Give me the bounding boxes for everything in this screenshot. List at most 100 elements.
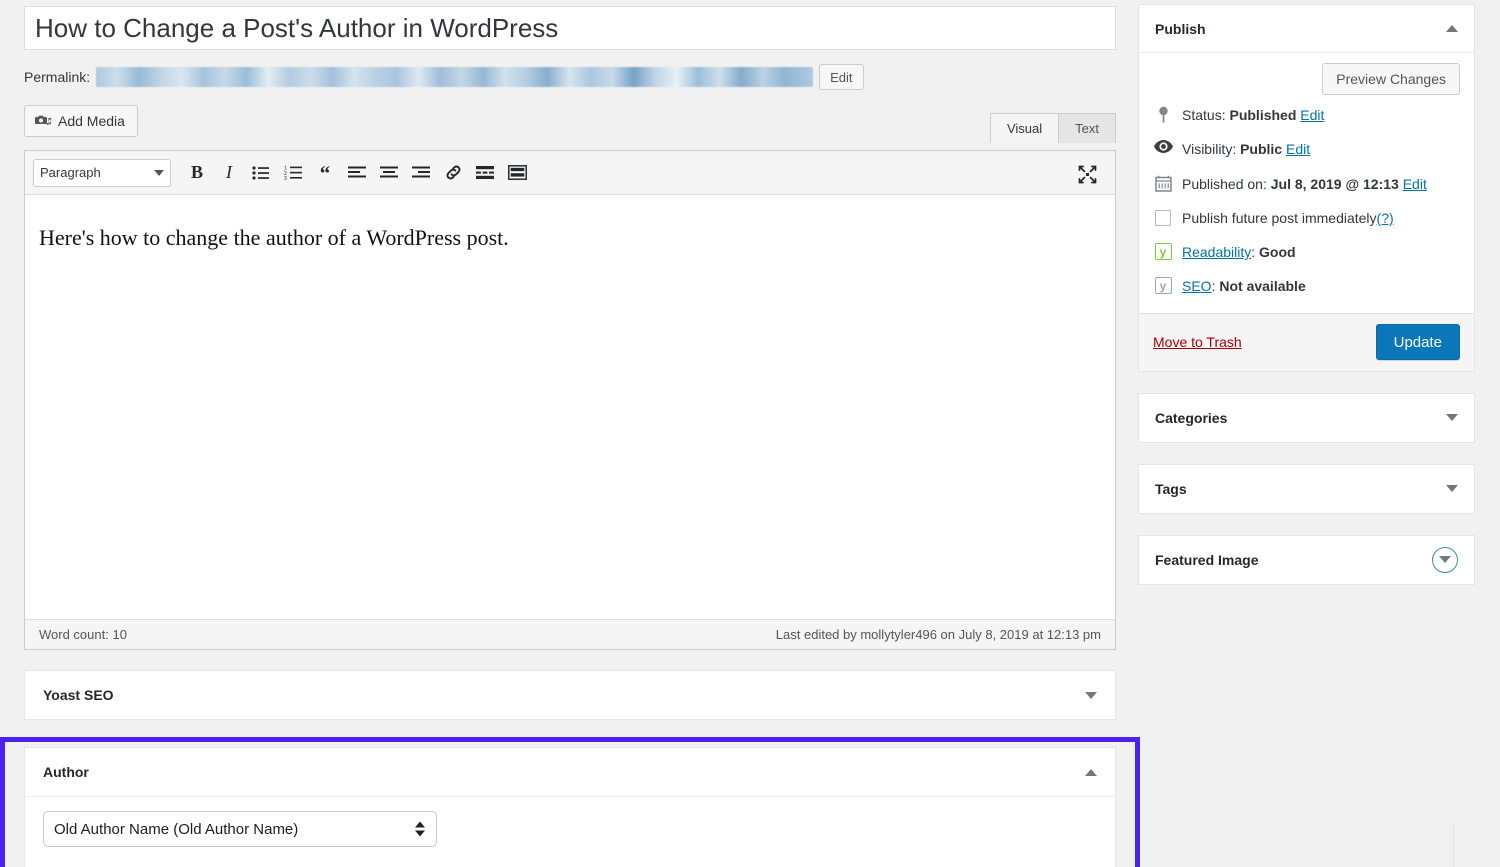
categories-box-title: Categories	[1155, 410, 1227, 426]
metabox-author: Author Old Author Name (Old Author Name)	[24, 747, 1116, 867]
bulleted-list-icon[interactable]	[245, 158, 277, 188]
visibility-value: Public	[1240, 141, 1282, 157]
seo-row: y SEO: Not available	[1153, 276, 1460, 296]
permalink-url-blurred[interactable]	[96, 67, 813, 87]
paragraph-format-select[interactable]: Paragraph	[33, 159, 171, 187]
categories-box-header[interactable]: Categories	[1139, 394, 1474, 442]
readability-row: y Readability: Good	[1153, 242, 1460, 262]
add-media-button[interactable]: Add Media	[24, 105, 138, 137]
editor-box: Paragraph B I	[24, 150, 1116, 650]
edit-published-link[interactable]: Edit	[1403, 176, 1427, 192]
readability-link[interactable]: Readability	[1182, 244, 1251, 260]
italic-icon[interactable]: I	[213, 158, 245, 188]
page-scrollbar[interactable]	[1440, 822, 1500, 867]
chevron-down-icon[interactable]	[1446, 414, 1458, 421]
bold-icon[interactable]: B	[181, 158, 213, 188]
insert-link-icon[interactable]	[437, 158, 469, 188]
publish-future-checkbox[interactable]	[1155, 210, 1171, 226]
chevron-down-icon[interactable]	[1446, 485, 1458, 492]
edit-visibility-link[interactable]: Edit	[1286, 141, 1310, 157]
post-status-pin-icon	[1153, 105, 1173, 123]
tags-box-title: Tags	[1155, 481, 1187, 497]
published-label: Published on:	[1182, 176, 1267, 192]
edit-status-link[interactable]: Edit	[1300, 107, 1324, 123]
visibility-eye-icon	[1153, 139, 1173, 153]
blockquote-icon[interactable]: “	[309, 158, 341, 188]
metabox-yoast-seo-header[interactable]: Yoast SEO	[25, 671, 1115, 719]
chevron-down-icon[interactable]	[1085, 692, 1097, 699]
update-button[interactable]: Update	[1376, 324, 1460, 360]
visibility-text: Visibility: Public Edit	[1182, 139, 1460, 159]
format-select-value: Paragraph	[40, 165, 101, 180]
editor-mode-tabs: Visual Text	[990, 113, 1116, 143]
media-camera-icon	[35, 114, 52, 129]
status-text: Status: Published Edit	[1182, 105, 1460, 125]
post-content-area[interactable]: Here's how to change the author of a Wor…	[25, 195, 1115, 619]
publish-box: Publish Preview Changes Status: Publishe	[1138, 4, 1475, 372]
seo-text: SEO: Not available	[1182, 276, 1460, 296]
author-select[interactable]: Old Author Name (Old Author Name)	[43, 811, 437, 847]
numbered-list-icon[interactable]: 1 2 3	[277, 158, 309, 188]
editor-main-column: Permalink: Edit Add Media Visual Text	[24, 6, 1116, 720]
featured-image-box: Featured Image	[1138, 535, 1475, 585]
metabox-yoast-seo-title: Yoast SEO	[43, 687, 114, 703]
status-row: Status: Published Edit	[1153, 105, 1460, 125]
metabox-author-title: Author	[43, 764, 89, 780]
author-panel-highlight: Author Old Author Name (Old Author Name)	[0, 737, 1140, 867]
featured-image-toggle-button[interactable]	[1432, 547, 1458, 573]
permalink-label: Permalink:	[24, 69, 90, 85]
categories-box: Categories	[1138, 393, 1475, 443]
media-row: Add Media Visual Text	[24, 105, 1116, 137]
future-post-row: Publish future post immediately(?)	[1153, 208, 1460, 228]
chevron-up-icon[interactable]	[1085, 769, 1097, 776]
permalink-row: Permalink: Edit	[24, 63, 1116, 91]
metabox-author-header[interactable]: Author	[25, 748, 1115, 796]
align-left-icon[interactable]	[341, 158, 373, 188]
yoast-gray-icon: y	[1153, 276, 1173, 294]
wordpress-post-editor: Permalink: Edit Add Media Visual Text	[0, 0, 1500, 867]
tab-text[interactable]: Text	[1058, 113, 1116, 143]
readability-text: Readability: Good	[1182, 242, 1460, 262]
visibility-row: Visibility: Public Edit	[1153, 139, 1460, 159]
distraction-free-icon[interactable]	[1071, 159, 1103, 189]
readability-value: Good	[1259, 244, 1296, 260]
author-select-wrapper: Old Author Name (Old Author Name)	[43, 811, 437, 847]
add-media-label: Add Media	[58, 113, 125, 129]
chevron-down-icon	[154, 170, 164, 176]
preview-row: Preview Changes	[1153, 63, 1460, 95]
post-title-input[interactable]	[24, 6, 1116, 50]
future-post-help-link[interactable]: (?)	[1377, 210, 1394, 226]
last-edited-info: Last edited by mollytyler496 on July 8, …	[776, 627, 1101, 642]
read-more-icon[interactable]	[469, 158, 501, 188]
svg-text:3: 3	[284, 176, 287, 180]
future-post-text: Publish future post immediately(?)	[1182, 208, 1460, 228]
featured-image-box-title: Featured Image	[1155, 552, 1258, 568]
featured-image-box-header[interactable]: Featured Image	[1139, 536, 1474, 584]
status-value: Published	[1229, 107, 1296, 123]
move-to-trash-link[interactable]: Move to Trash	[1153, 334, 1242, 350]
visibility-label: Visibility:	[1182, 141, 1236, 157]
chevron-up-icon[interactable]	[1446, 25, 1458, 32]
editor-toolbar: Paragraph B I	[25, 151, 1115, 195]
tags-box-header[interactable]: Tags	[1139, 465, 1474, 513]
yoast-green-icon: y	[1153, 242, 1173, 260]
published-on-text: Published on: Jul 8, 2019 @ 12:13 Edit	[1182, 174, 1460, 194]
editor-sidebar: Publish Preview Changes Status: Publishe	[1138, 4, 1475, 606]
metabox-yoast-seo[interactable]: Yoast SEO	[24, 670, 1116, 720]
align-center-icon[interactable]	[373, 158, 405, 188]
calendar-icon	[1153, 174, 1173, 192]
published-on-row: Published on: Jul 8, 2019 @ 12:13 Edit	[1153, 174, 1460, 194]
publish-box-footer: Move to Trash Update	[1139, 313, 1474, 371]
publish-box-header[interactable]: Publish	[1139, 5, 1474, 53]
future-post-label: Publish future post immediately	[1182, 210, 1377, 226]
edit-permalink-button[interactable]: Edit	[819, 64, 863, 90]
word-count: Word count: 10	[39, 627, 127, 642]
tab-visual[interactable]: Visual	[990, 113, 1059, 143]
seo-value: Not available	[1219, 278, 1305, 294]
seo-link[interactable]: SEO	[1182, 278, 1212, 294]
editor-status-bar: Word count: 10 Last edited by mollytyler…	[25, 619, 1115, 649]
publish-box-title: Publish	[1155, 21, 1206, 37]
align-right-icon[interactable]	[405, 158, 437, 188]
toolbar-toggle-icon[interactable]	[501, 158, 533, 188]
preview-changes-button[interactable]: Preview Changes	[1322, 63, 1460, 95]
